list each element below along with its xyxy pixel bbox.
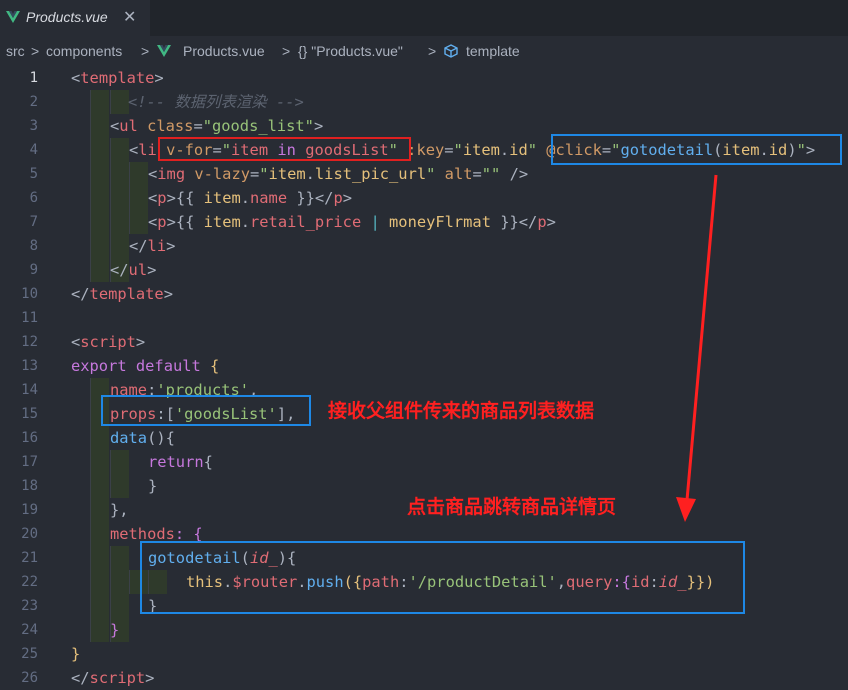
annotation-arrow <box>676 174 718 522</box>
